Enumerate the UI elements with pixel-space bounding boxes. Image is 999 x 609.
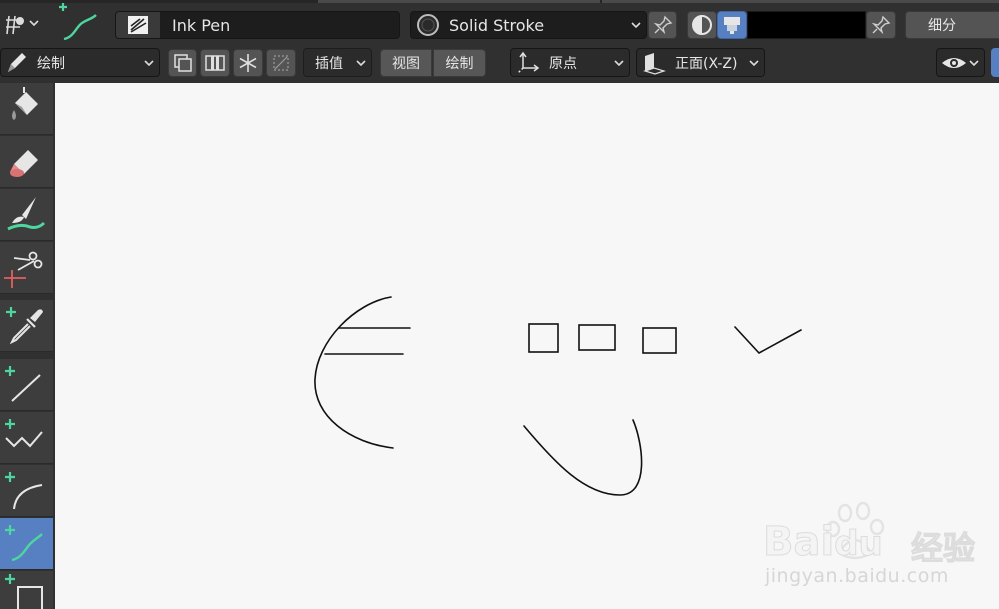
watermark-url: jingyan.baidu.com	[765, 565, 949, 587]
origin-axis-icon	[517, 51, 540, 74]
pivot-icon	[6, 15, 39, 35]
interpolate-menu[interactable]: 插值	[303, 48, 372, 77]
origin-label: 原点	[549, 55, 577, 72]
viewport-header: 绘制 插值 视图 绘制 原点 正面(X-Z)	[0, 43, 999, 83]
stroke-arc	[314, 296, 394, 449]
box-tool[interactable]	[0, 571, 53, 609]
layers-icon	[173, 54, 192, 72]
chevron-down-icon	[969, 59, 979, 66]
chevron-down-icon	[356, 59, 366, 66]
snowflake-icon	[239, 54, 257, 72]
proportional-edit-button[interactable]	[266, 49, 296, 77]
line-icon	[5, 366, 41, 402]
visibility-dropdown[interactable]	[936, 48, 985, 77]
drawing-canvas[interactable]: Baidu 经验 jingyan.baidu.com	[55, 83, 999, 609]
color-mode-vertex-button[interactable]	[717, 11, 747, 39]
autolock-layers-button[interactable]	[200, 49, 230, 77]
material-mode-icon	[692, 15, 712, 35]
snowflake-button[interactable]	[233, 49, 263, 77]
overlay-toggle-button[interactable]	[991, 48, 999, 77]
pin-color-button[interactable]	[866, 11, 896, 39]
tint-tool[interactable]	[0, 189, 53, 241]
chevron-down-icon	[749, 59, 759, 66]
view-label: 视图	[392, 56, 420, 72]
draw-label: 绘制	[445, 56, 474, 72]
pin-icon	[653, 15, 672, 35]
stroke-box-3	[642, 327, 677, 354]
interpolate-label: 插值	[315, 55, 343, 72]
pin-icon	[871, 15, 891, 35]
watermark-brand2: du	[834, 524, 884, 565]
watermark-brand: Bai	[762, 519, 835, 566]
eye-icon	[942, 57, 966, 68]
watermark: Baidu 经验 jingyan.baidu.com	[762, 501, 999, 609]
line-tool[interactable]	[0, 359, 53, 411]
curve-icon	[5, 525, 43, 562]
orientation-label: 正面(X-Z)	[675, 55, 738, 72]
watermark-cn: 经验	[910, 529, 976, 568]
eraser-icon	[10, 150, 38, 177]
plane-orientation-icon	[643, 52, 666, 75]
chevron-down-icon	[144, 59, 154, 66]
brush-icon	[116, 12, 160, 38]
pin-material-button[interactable]	[648, 11, 677, 39]
stroke-box-1	[528, 323, 559, 353]
eyedropper-icon	[6, 307, 43, 345]
subdivide-label: 细分	[928, 18, 956, 34]
arc-tool[interactable]	[0, 465, 53, 517]
fill-tool[interactable]	[0, 83, 53, 135]
mode-label: 绘制	[37, 55, 65, 72]
stroke-color-swatch[interactable]	[747, 11, 866, 39]
eyedropper-tool[interactable]	[0, 300, 53, 352]
erase-tool[interactable]	[0, 136, 53, 188]
material-selector[interactable]: Solid Stroke	[410, 11, 647, 39]
color-mode-material-button[interactable]	[687, 11, 717, 39]
orientation-selector[interactable]: 正面(X-Z)	[636, 48, 765, 77]
mode-selector[interactable]: 绘制	[0, 48, 160, 77]
transform-pivot-dropdown[interactable]	[0, 10, 44, 38]
chevron-down-icon	[614, 59, 624, 66]
brush-name: Ink Pen	[172, 15, 231, 35]
tint-brush-icon	[7, 197, 46, 231]
vertex-color-icon	[724, 17, 740, 34]
stroke-check	[734, 326, 802, 355]
curve-icon	[59, 3, 97, 41]
stroke-curve	[523, 419, 643, 496]
scissors-icon	[4, 251, 43, 288]
multiframe-button[interactable]	[168, 49, 197, 77]
arc-icon	[5, 472, 43, 510]
polyline-tool[interactable]	[0, 412, 53, 464]
lock-layers-icon	[205, 55, 225, 71]
tool-header: Ink Pen Solid Stroke 细分	[0, 0, 999, 43]
origin-selector[interactable]: 原点	[510, 48, 630, 77]
tool-shelf	[0, 83, 55, 609]
polyline-icon	[5, 419, 43, 448]
dotted-link-icon	[273, 55, 289, 71]
box-icon	[5, 574, 43, 609]
curve-tool[interactable]	[0, 518, 53, 570]
top-border	[0, 0, 999, 3]
material-name: Solid Stroke	[449, 15, 545, 35]
cutter-tool[interactable]	[0, 242, 53, 294]
stroke-box-2	[578, 324, 616, 351]
view-menu[interactable]: 视图	[380, 49, 432, 77]
active-tool-indicator	[54, 3, 100, 43]
chevron-down-icon	[631, 22, 641, 29]
subdivide-button[interactable]: 细分	[905, 11, 999, 39]
pencil-icon	[8, 52, 26, 72]
draw-menu[interactable]: 绘制	[433, 49, 486, 77]
paint-bucket-icon	[12, 87, 38, 120]
material-sphere-icon	[415, 12, 441, 38]
brush-selector[interactable]: Ink Pen	[115, 11, 400, 39]
